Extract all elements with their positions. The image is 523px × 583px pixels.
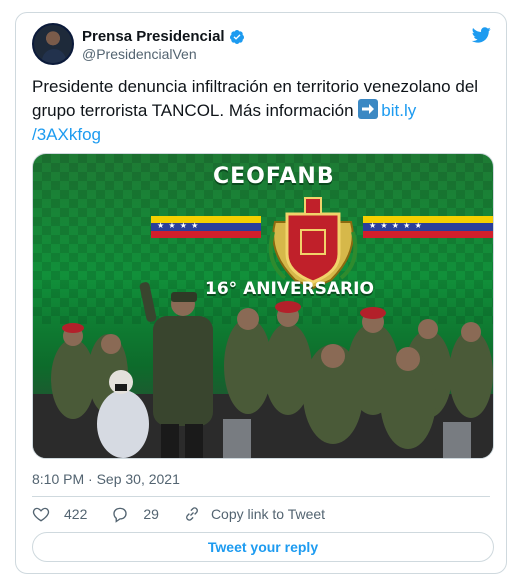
arrow-right-emoji-icon bbox=[358, 99, 379, 119]
twitter-bird-icon[interactable] bbox=[470, 25, 492, 45]
copy-link-action[interactable]: Copy link to Tweet bbox=[183, 505, 325, 523]
author-name-row[interactable]: Prensa Presidencial bbox=[82, 28, 245, 45]
tweet-card: Prensa Presidencial @PresidencialVen Pre… bbox=[15, 12, 507, 574]
link-icon[interactable] bbox=[183, 505, 201, 523]
tweet-photo[interactable]: CEOFANB ★ ★ ★ ★ ★ ★ ★ ★ ★ 16° ANIVERSARI… bbox=[32, 153, 494, 459]
avatar[interactable] bbox=[32, 23, 74, 65]
display-name[interactable]: Prensa Presidencial bbox=[82, 28, 225, 45]
tweet-actions: 422 29 Copy link to Tweet bbox=[32, 503, 349, 525]
copy-link-label: Copy link to Tweet bbox=[210, 506, 326, 522]
divider bbox=[32, 496, 490, 497]
like-action[interactable]: 422 bbox=[32, 505, 87, 523]
like-count: 422 bbox=[64, 506, 88, 522]
author-handle[interactable]: @PresidencialVen bbox=[82, 46, 197, 62]
verified-badge-icon bbox=[229, 29, 244, 44]
heart-icon[interactable] bbox=[32, 505, 50, 523]
tweet-text: Presidente denuncia infiltración en terr… bbox=[32, 75, 494, 147]
flag-stripe-left: ★ ★ ★ ★ bbox=[151, 216, 261, 238]
tweet-your-reply-button[interactable]: Tweet your reply bbox=[32, 532, 494, 562]
military-crowd-illustration bbox=[33, 282, 493, 458]
tweet-link-part2[interactable]: /3AXkfog bbox=[32, 125, 101, 144]
reply-action[interactable]: 29 bbox=[111, 505, 159, 523]
reply-count: 29 bbox=[143, 506, 159, 522]
tweet-link-part1[interactable]: bit.ly bbox=[381, 101, 416, 120]
flag-stripe-right: ★ ★ ★ ★ ★ bbox=[363, 216, 493, 238]
banner-title: CEOFANB bbox=[213, 164, 335, 189]
tweet-timestamp[interactable]: 8:10 PM · Sep 30, 2021 bbox=[32, 471, 180, 487]
reply-icon[interactable] bbox=[111, 505, 129, 523]
